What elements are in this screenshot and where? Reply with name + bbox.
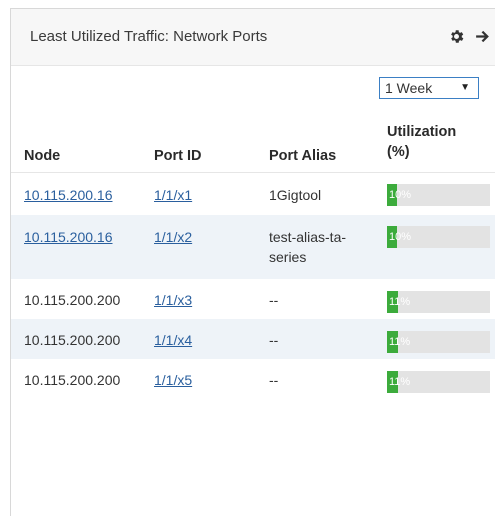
port-id-link[interactable]: 1/1/x4	[154, 332, 192, 348]
port-alias: 1Gigtool	[269, 187, 322, 203]
utilization-label: 10%	[389, 231, 412, 243]
header-port-id[interactable]: Port ID	[154, 146, 202, 166]
node-text: 10.115.200.200	[24, 292, 121, 308]
node-link[interactable]: 10.115.200.16	[24, 229, 113, 245]
table-row: 10.115.200.200 1/1/x5 -- 11%	[11, 359, 495, 399]
gear-icon[interactable]	[447, 27, 465, 45]
time-range-select[interactable]: 1 Week ▼	[379, 77, 479, 99]
node-text: 10.115.200.200	[24, 332, 121, 348]
table-row: 10.115.200.16 1/1/x2 test-alias-ta- seri…	[11, 215, 495, 279]
port-alias-line2: series	[269, 249, 307, 265]
utilization-bar: 10%	[387, 226, 490, 248]
table-row: 10.115.200.200 1/1/x3 -- 11%	[11, 279, 495, 319]
header-node[interactable]: Node	[24, 146, 60, 166]
utilization-bar: 11%	[387, 291, 490, 313]
utilization-bar: 11%	[387, 331, 490, 353]
node-link[interactable]: 10.115.200.16	[24, 187, 113, 203]
port-alias: --	[269, 292, 279, 308]
utilization-bar: 11%	[387, 371, 490, 393]
utilization-label: 11%	[389, 336, 411, 348]
utilization-label: 10%	[389, 189, 412, 201]
utilization-label: 11%	[389, 296, 411, 308]
widget-title: Least Utilized Traffic: Network Ports	[30, 28, 268, 45]
port-alias: --	[269, 332, 279, 348]
port-id-link[interactable]: 1/1/x5	[154, 372, 192, 388]
header-utilization[interactable]: Utilization	[387, 122, 456, 142]
header-utilization-unit: (%)	[387, 144, 410, 160]
utilization-bar: 10%	[387, 184, 490, 206]
port-alias: --	[269, 372, 279, 388]
time-range-value: 1 Week	[385, 80, 433, 96]
header-actions	[447, 27, 491, 45]
chevron-down-icon: ▼	[460, 82, 470, 93]
port-id-link[interactable]: 1/1/x2	[154, 229, 192, 245]
widget-header: Least Utilized Traffic: Network Ports	[11, 9, 495, 66]
node-text: 10.115.200.200	[24, 372, 121, 388]
table-row: 10.115.200.16 1/1/x1 1Gigtool 10%	[11, 173, 495, 215]
port-id-link[interactable]: 1/1/x1	[154, 187, 192, 203]
header-port-alias[interactable]: Port Alias	[269, 146, 336, 166]
port-alias-line1: test-alias-ta-	[269, 229, 347, 245]
table-row: 10.115.200.200 1/1/x4 -- 11%	[11, 319, 495, 359]
port-id-link[interactable]: 1/1/x3	[154, 292, 192, 308]
arrow-right-icon[interactable]	[473, 27, 491, 45]
network-ports-widget: Least Utilized Traffic: Network Ports 1 …	[10, 8, 495, 516]
utilization-label: 11%	[389, 376, 411, 388]
